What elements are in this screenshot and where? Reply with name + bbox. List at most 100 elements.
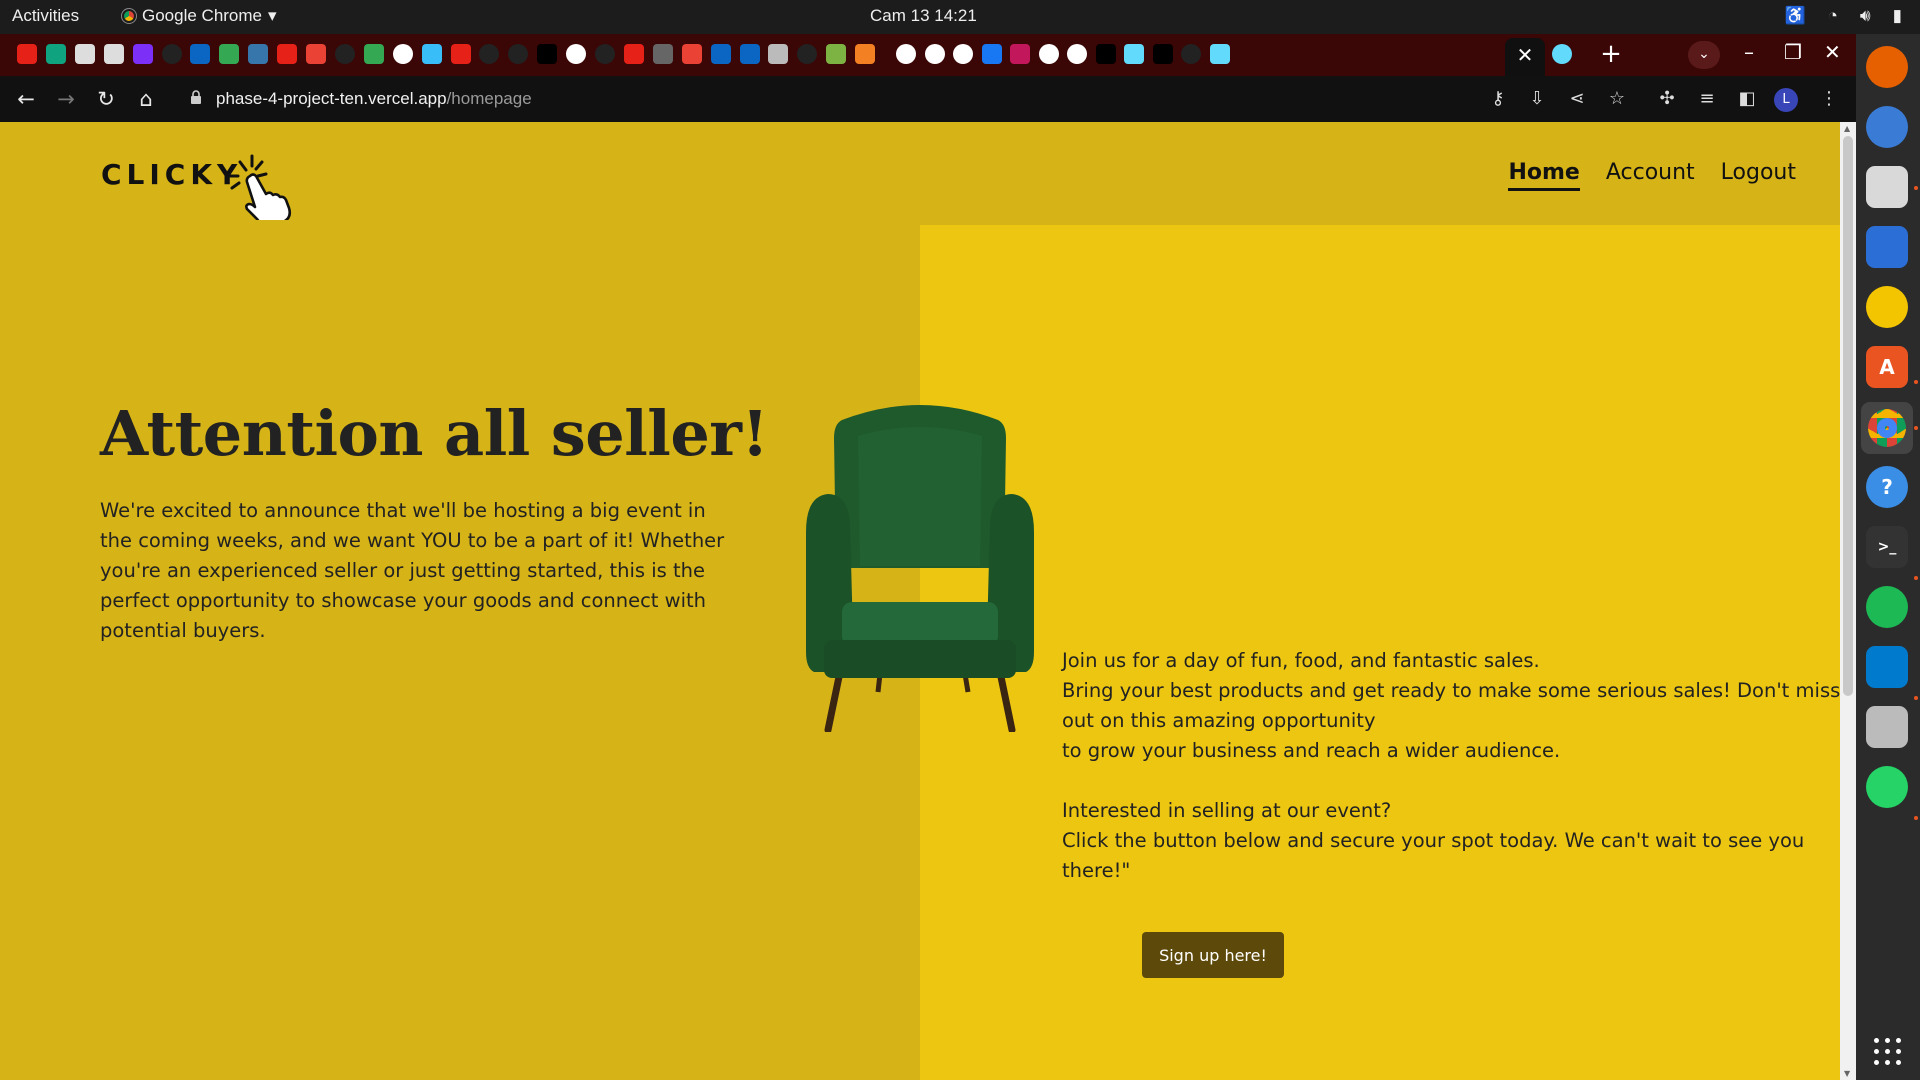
address-bar[interactable]: phase-4-project-ten.vercel.app/homepage (178, 82, 1624, 116)
menu-kebab-icon[interactable]: ⋮ (1816, 86, 1842, 112)
youtube-tab-icon[interactable] (623, 44, 644, 64)
image-tab-icon[interactable] (768, 44, 789, 64)
linkedin-tab-icon[interactable] (190, 44, 211, 64)
writer-icon[interactable] (1866, 226, 1908, 268)
show-apps-icon[interactable] (1874, 1038, 1902, 1066)
forward-icon[interactable]: → (52, 85, 80, 113)
share-icon[interactable]: ⋖ (1564, 86, 1590, 112)
globe-tab-icon[interactable] (392, 44, 413, 64)
new-tab-icon[interactable]: + (1596, 40, 1626, 70)
chevron-down-icon: ▾ (268, 6, 277, 25)
youtube-tab-icon[interactable] (277, 44, 298, 64)
reading-list-icon[interactable]: ≡ (1694, 86, 1720, 112)
clock[interactable]: Cam 13 14:21 (870, 6, 977, 26)
github-tab-icon[interactable] (1181, 44, 1201, 64)
drive-tab-icon[interactable] (219, 44, 240, 64)
tab-strip: ✕ + ⌄ – ❐ ✕ (0, 34, 1856, 76)
react-tab-icon[interactable] (1209, 44, 1230, 64)
react-tab-icon[interactable] (1552, 44, 1572, 64)
app-center-icon[interactable]: A (1866, 346, 1908, 388)
page-scrollbar[interactable]: ▲ ▼ (1840, 122, 1856, 1080)
app-tab-icon[interactable] (103, 44, 124, 64)
thunderbird-icon[interactable] (1866, 106, 1908, 148)
lock-icon[interactable] (190, 90, 202, 104)
github-tab-icon[interactable] (161, 44, 182, 64)
install-icon[interactable]: ⇩ (1524, 86, 1550, 112)
doc-tab-icon[interactable] (652, 44, 673, 64)
drive-tab-icon[interactable] (363, 44, 384, 64)
spotify-icon[interactable] (1866, 586, 1908, 628)
github-tab-icon[interactable] (508, 44, 529, 64)
scroll-down-icon[interactable]: ▼ (1844, 1069, 1850, 1078)
google-tab-icon[interactable] (1038, 44, 1059, 64)
whatsapp-icon[interactable] (1866, 766, 1908, 808)
tab-search-icon[interactable]: ⌄ (1688, 41, 1720, 69)
youtube-tab-icon[interactable] (450, 44, 471, 64)
volume-icon[interactable]: 🔊︎ (1860, 6, 1871, 26)
extensions-icon[interactable]: ✣ (1654, 86, 1680, 112)
scroll-up-icon[interactable]: ▲ (1844, 124, 1850, 133)
rhythmbox-icon[interactable] (1866, 286, 1908, 328)
home-icon[interactable]: ⌂ (132, 85, 160, 113)
gmail-tab-icon[interactable] (306, 44, 326, 64)
tailwind-tab-icon[interactable] (421, 44, 442, 64)
google-tab-icon[interactable] (953, 44, 973, 64)
chrome-tab-icon[interactable] (1067, 44, 1087, 64)
wifi-icon[interactable]: ◔ (1828, 6, 1838, 26)
app-menu[interactable]: Google Chrome ▾ (121, 6, 277, 26)
battery-icon[interactable]: ▮ (1893, 6, 1902, 26)
facebook-tab-icon[interactable] (981, 44, 1002, 64)
react-tab-icon[interactable] (1124, 44, 1144, 64)
archive-icon[interactable] (1866, 706, 1908, 748)
word-tab-icon[interactable] (1010, 44, 1030, 64)
linkedin-tab-icon[interactable] (710, 44, 731, 64)
accessibility-icon[interactable]: ♿ (1784, 6, 1805, 26)
globe-tab-icon[interactable] (896, 44, 916, 64)
nav-account-link[interactable]: Account (1606, 160, 1695, 191)
hero-intro-text: We're excited to announce that we'll be … (100, 499, 725, 642)
speed-tab-icon[interactable] (566, 44, 587, 64)
active-tab-close-icon[interactable]: ✕ (1505, 38, 1545, 76)
files-icon[interactable] (1866, 166, 1908, 208)
running-indicator (1914, 816, 1918, 820)
main-nav: Home Account Logout (1508, 160, 1796, 191)
github-tab-icon[interactable] (479, 44, 500, 64)
list-tab-icon[interactable] (132, 44, 153, 64)
reload-icon[interactable]: ↻ (92, 85, 120, 113)
key-icon[interactable]: ⚷ (1485, 86, 1511, 112)
profile-avatar[interactable]: L (1774, 88, 1798, 112)
sign-up-button[interactable]: Sign up here! (1142, 932, 1284, 978)
github-tab-icon[interactable] (797, 44, 818, 64)
github-tab-icon[interactable] (595, 44, 615, 64)
chatgpt-tab-icon[interactable] (45, 44, 66, 64)
help-icon[interactable]: ? (1866, 466, 1908, 508)
event-details-text: Join us for a day of fun, food, and fant… (1062, 649, 1841, 762)
python-tab-icon[interactable] (248, 44, 269, 64)
linkedin-tab-icon[interactable] (739, 44, 760, 64)
stack-tab-icon[interactable] (855, 44, 876, 64)
github-tab-icon[interactable] (334, 44, 355, 64)
maximize-icon[interactable]: ❐ (1784, 40, 1802, 64)
terminal-icon[interactable]: >_ (1866, 526, 1908, 568)
leaf-tab-icon[interactable] (826, 44, 847, 64)
medium-tab-icon[interactable] (1152, 44, 1173, 64)
nav-logout-link[interactable]: Logout (1721, 160, 1796, 191)
app-tab-icon[interactable] (74, 44, 95, 64)
google-tab-icon[interactable] (924, 44, 945, 64)
scrollbar-thumb[interactable] (1843, 136, 1853, 696)
firefox-icon[interactable] (1866, 46, 1908, 88)
activities-button[interactable]: Activities (12, 6, 79, 26)
minimize-icon[interactable]: – (1744, 40, 1754, 64)
close-window-icon[interactable]: ✕ (1824, 40, 1841, 64)
youtube-tab-icon[interactable] (17, 44, 37, 64)
lush-tab-icon[interactable] (1095, 44, 1116, 64)
side-panel-icon[interactable]: ◧ (1734, 86, 1760, 112)
vercel-tab-icon[interactable] (537, 44, 558, 64)
nav-home-link[interactable]: Home (1508, 160, 1580, 191)
back-icon[interactable]: ← (12, 85, 40, 113)
gmail-tab-icon[interactable] (681, 44, 702, 64)
system-tray[interactable]: ♿ ◔ 🔊︎ ▮ (1784, 6, 1902, 26)
chrome-dock-icon[interactable] (1861, 402, 1913, 454)
star-icon[interactable]: ☆ (1604, 86, 1630, 112)
vscode-icon[interactable] (1866, 646, 1908, 688)
